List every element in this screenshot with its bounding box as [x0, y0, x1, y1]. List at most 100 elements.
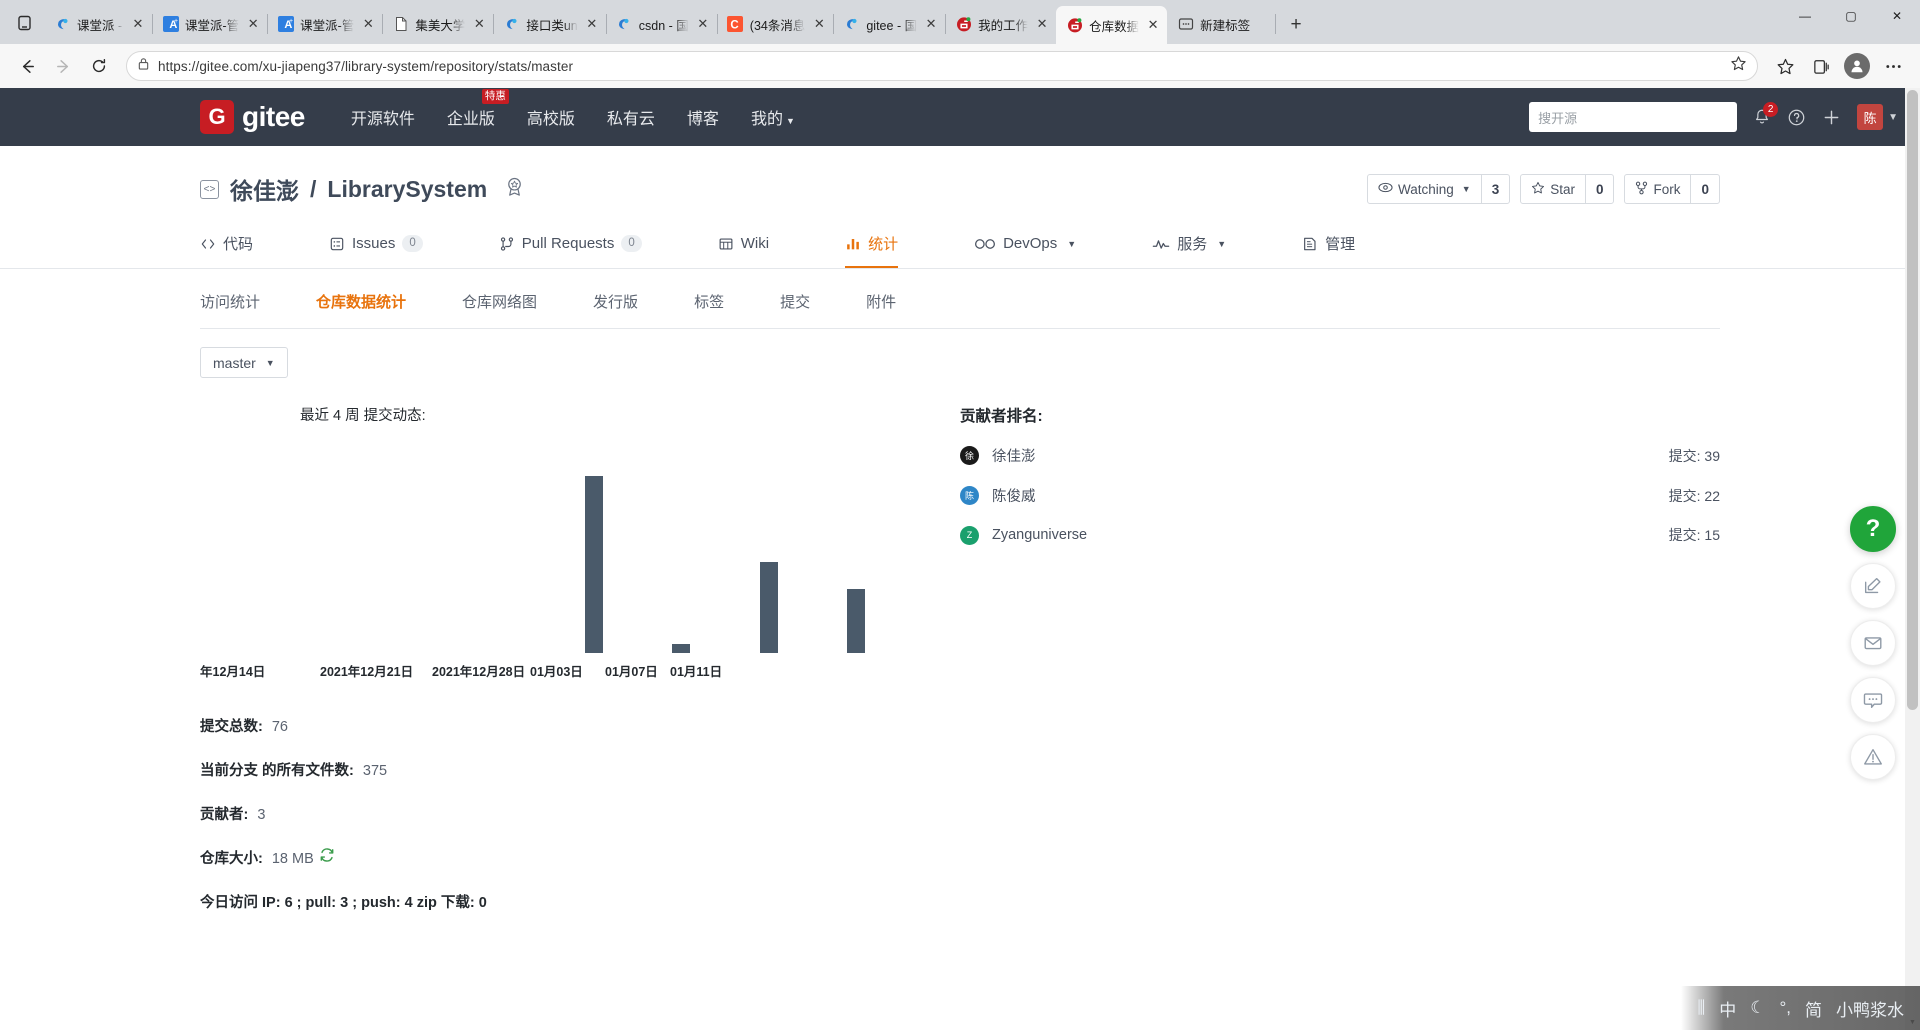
ime-item[interactable]: °, [1779, 998, 1791, 1018]
medal-icon[interactable] [504, 176, 525, 203]
notifications-icon[interactable]: 2 [1753, 102, 1779, 126]
ime-item[interactable]: 中 [1719, 996, 1736, 1021]
repo-nav-item-wiki[interactable]: Wiki [718, 220, 769, 268]
browser-tab[interactable]: 接口类un ✕ [493, 6, 607, 42]
mail-icon[interactable] [1850, 620, 1896, 666]
minimize-button[interactable]: — [1782, 0, 1828, 32]
branch-selector[interactable]: master ▼ [200, 347, 288, 378]
browser-tab[interactable]: csdn - 国 ✕ [606, 6, 718, 42]
contributor-name[interactable]: 陈俊威 [992, 485, 1036, 506]
close-icon[interactable]: ✕ [1145, 17, 1161, 33]
star-button-group[interactable]: Star 0 [1520, 174, 1615, 204]
chart-bar[interactable] [847, 589, 866, 653]
close-icon[interactable]: ✕ [811, 16, 827, 32]
collections-icon[interactable] [1804, 49, 1838, 83]
browser-tab[interactable]: A + 课堂派-管 ✕ [267, 6, 384, 42]
browser-tab[interactable]: 新建标签 [1167, 6, 1277, 42]
fork-count[interactable]: 0 [1690, 175, 1719, 203]
gitee-nav-item[interactable]: 我的 ▼ [751, 105, 795, 129]
stats-sub-tab[interactable]: 仓库网络图 [462, 291, 537, 312]
help-circle-icon[interactable] [1787, 108, 1806, 127]
close-icon[interactable]: ✕ [471, 16, 487, 32]
reload-button[interactable] [82, 49, 116, 83]
add-new-icon[interactable] [1822, 108, 1841, 127]
gitee-nav-item[interactable]: 博客 [687, 105, 719, 129]
gitee-nav-item[interactable]: 私有云 [607, 105, 655, 129]
ime-item[interactable]: 简 [1805, 996, 1822, 1021]
close-icon[interactable]: ✕ [923, 16, 939, 32]
close-icon[interactable]: ✕ [360, 16, 376, 32]
repo-owner-link[interactable]: 徐佳澎 [230, 172, 299, 206]
gitee-nav-item[interactable]: 企业版 特惠 [447, 89, 509, 129]
chart-bar[interactable] [759, 562, 778, 653]
fork-button-group[interactable]: Fork 0 [1624, 174, 1720, 204]
watch-count[interactable]: 3 [1480, 175, 1510, 203]
gitee-nav-item[interactable]: 开源软件 [351, 105, 415, 129]
back-button[interactable] [10, 49, 44, 83]
contributor-name[interactable]: 徐佳澎 [992, 445, 1036, 466]
browser-tab[interactable]: C (34条消息 ✕ [717, 6, 835, 42]
user-menu[interactable]: 陈 ▼ [1857, 104, 1898, 130]
page-scrollbar[interactable]: ▲ ▼ [1905, 88, 1920, 1030]
favorites-icon[interactable] [1768, 49, 1802, 83]
ime-item[interactable]: 小鸭浆水 [1836, 996, 1904, 1021]
stats-sub-tab[interactable]: 发行版 [593, 291, 638, 312]
browser-tab[interactable]: 集美大学 ✕ [382, 6, 495, 42]
comment-icon[interactable] [1850, 677, 1896, 723]
repo-nav-item-issues[interactable]: Issues 0 [329, 220, 423, 268]
fork-button[interactable]: Fork [1625, 175, 1690, 203]
repo-name-link[interactable]: LibrarySystem [327, 176, 487, 203]
stats-sub-tab[interactable]: 访问统计 [200, 291, 260, 312]
contributor-avatar[interactable]: 徐 [960, 446, 979, 465]
star-count[interactable]: 0 [1584, 175, 1614, 203]
search-input[interactable]: 搜开源 [1529, 102, 1738, 132]
stats-sub-tab[interactable]: 标签 [694, 291, 724, 312]
repo-nav-item-代码[interactable]: 代码 [200, 220, 253, 268]
ime-handle-icon[interactable]: ⫼ [1697, 998, 1705, 1018]
maximize-button[interactable]: ▢ [1828, 0, 1874, 32]
stats-sub-tab[interactable]: 提交 [780, 291, 810, 312]
gitee-nav-item[interactable]: 高校版 [527, 105, 575, 129]
browser-tab[interactable]: gitee - 国 ✕ [833, 6, 947, 42]
watch-button[interactable]: Watching ▼ [1368, 175, 1481, 203]
close-icon[interactable]: ✕ [695, 16, 711, 32]
new-tab-button[interactable]: + [1281, 10, 1311, 40]
browser-menu-icon[interactable] [1876, 49, 1910, 83]
ime-item[interactable]: ☾ [1750, 998, 1765, 1018]
repo-nav-item-pull-requests[interactable]: Pull Requests 0 [499, 220, 642, 268]
close-icon[interactable]: ✕ [245, 16, 261, 32]
chart-bar[interactable] [584, 475, 603, 653]
close-icon[interactable]: ✕ [584, 16, 600, 32]
stats-sub-tab[interactable]: 附件 [866, 291, 896, 312]
feedback-edit-icon[interactable] [1850, 563, 1896, 609]
star-button[interactable]: Star [1521, 175, 1585, 203]
chart-bar[interactable] [672, 643, 691, 653]
forward-button[interactable] [46, 49, 80, 83]
scroll-thumb[interactable] [1907, 90, 1918, 710]
contributor-name[interactable]: Zyanguniverse [992, 527, 1087, 543]
repo-nav-item-devops[interactable]: DevOps ▼ [974, 220, 1076, 268]
address-bar[interactable]: https://gitee.com/xu-jiapeng37/library-s… [126, 51, 1758, 81]
browser-tab[interactable]: 我的工作 ✕ [945, 6, 1058, 42]
profile-button[interactable] [1840, 49, 1874, 83]
browser-tab[interactable]: 仓库数据 ✕ [1056, 6, 1168, 44]
add-favorite-icon[interactable] [1730, 55, 1747, 77]
watch-button-group[interactable]: Watching ▼ 3 [1366, 174, 1511, 204]
help-icon[interactable]: ? [1850, 506, 1896, 552]
close-icon[interactable]: ✕ [130, 16, 146, 32]
contributor-avatar[interactable]: Z [960, 525, 979, 545]
stats-sub-tab[interactable]: 仓库数据统计 [316, 291, 406, 312]
gitee-logo[interactable]: G gitee [200, 100, 305, 134]
contributor-avatar[interactable]: 陈 [960, 486, 979, 505]
repo-nav-item-服务[interactable]: 服务 ▼ [1152, 220, 1226, 268]
browser-tab[interactable]: A + 课堂派-管 ✕ [152, 6, 269, 42]
tab-search-icon[interactable] [4, 5, 44, 41]
close-icon[interactable]: ✕ [1034, 16, 1050, 32]
browser-tab[interactable]: 课堂派 - ✕ [44, 6, 153, 42]
refresh-size-icon[interactable] [319, 847, 335, 866]
warning-icon[interactable] [1850, 734, 1896, 780]
repo-nav-item-统计[interactable]: 统计 [845, 220, 899, 268]
repo-nav-item-管理[interactable]: 管理 [1302, 220, 1355, 268]
close-window-button[interactable]: ✕ [1874, 0, 1920, 32]
manage-icon [1302, 236, 1318, 252]
